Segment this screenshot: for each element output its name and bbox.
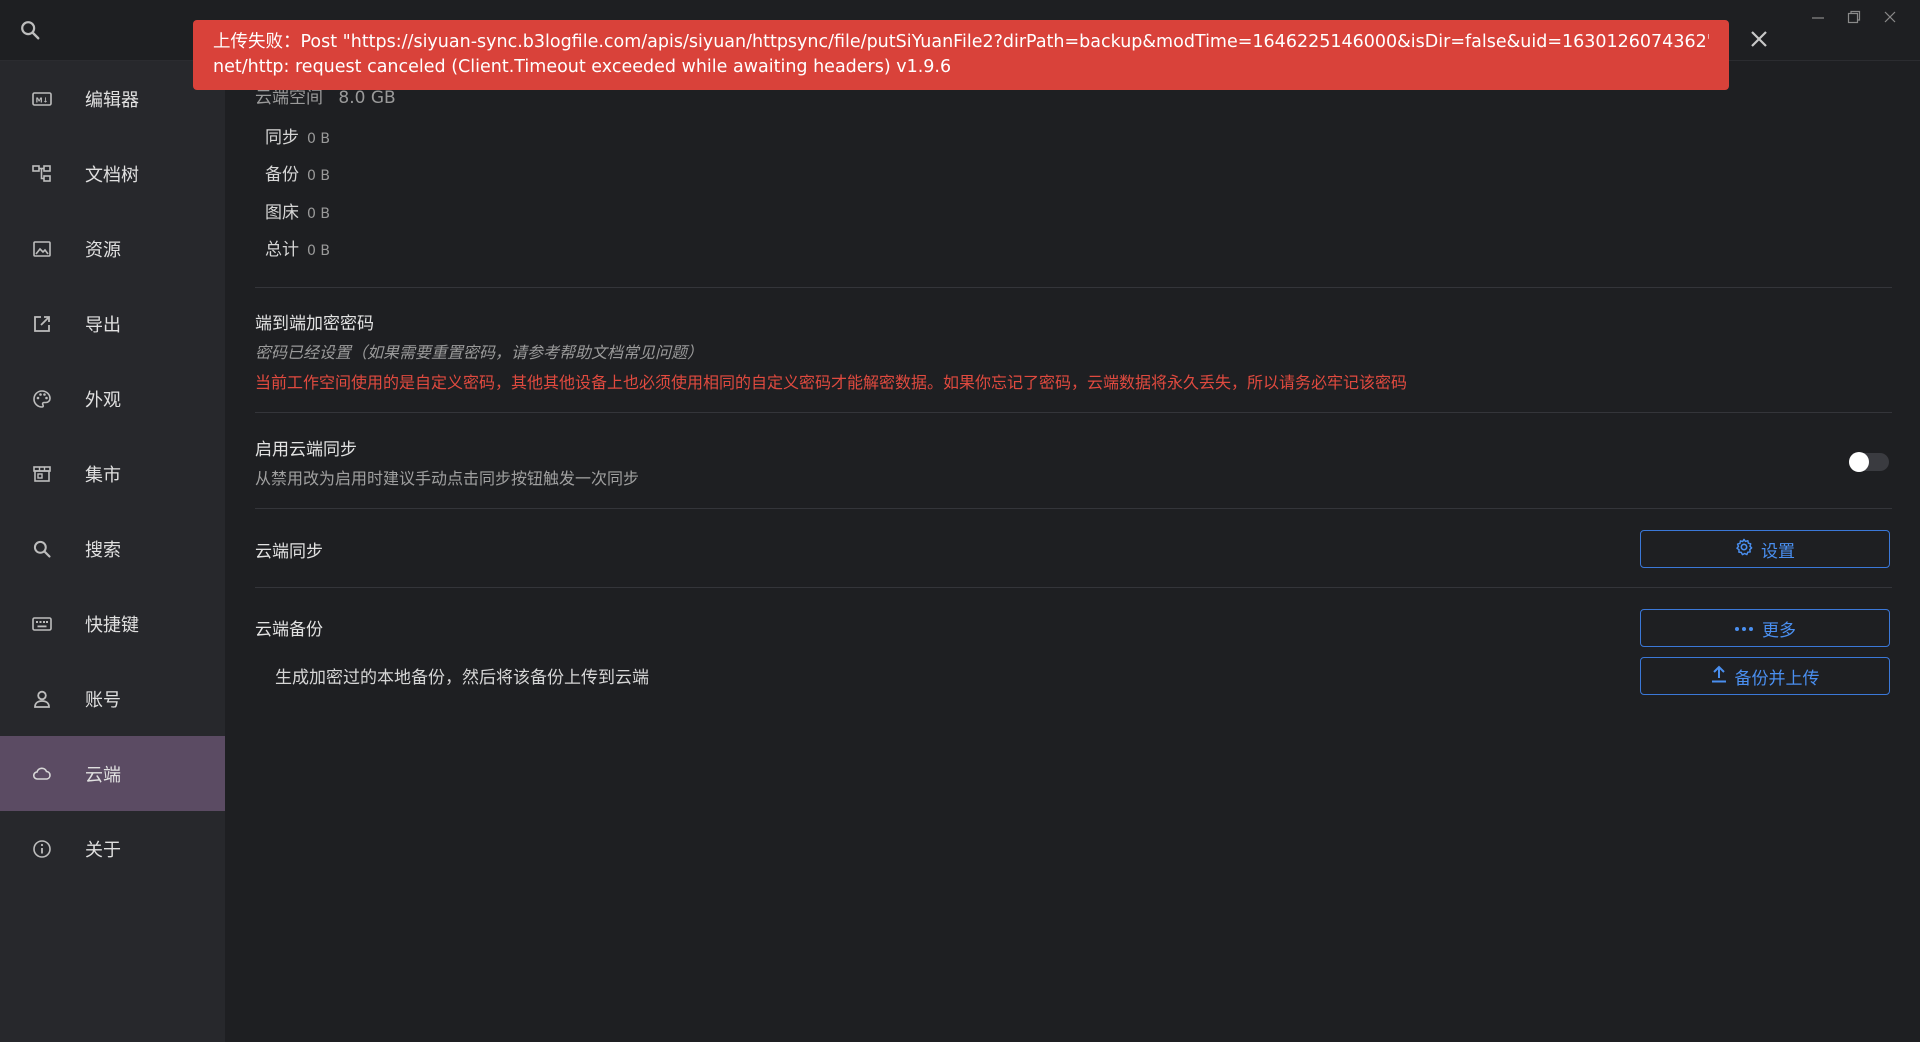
sidebar-item-editor[interactable]: M↓ 编辑器 — [0, 61, 225, 136]
sync-settings-button[interactable]: 设置 — [1640, 530, 1890, 568]
storage-item-value: 0 B — [307, 131, 330, 147]
more-icon — [1734, 618, 1754, 638]
storage-item: 备份 0 B — [265, 160, 330, 185]
sidebar-item-assets[interactable]: 资源 — [0, 211, 225, 286]
sidebar-item-label: 账号 — [85, 689, 121, 711]
storage-item-label: 总计 — [265, 240, 299, 260]
storage-item-value: 0 B — [307, 206, 330, 222]
sync-enable-desc: 从禁用改为启用时建议手动点击同步按钮触发一次同步 — [255, 469, 640, 488]
storage-item-label: 备份 — [265, 165, 299, 185]
export-icon — [31, 313, 53, 335]
search-icon — [31, 538, 53, 560]
window-controls — [1800, 4, 1908, 30]
store-icon — [31, 463, 53, 485]
cloud-space-label: 云端空间 — [255, 88, 323, 108]
cloud-settings-panel: 云端空间 8.0 GB 同步 0 B 备份 0 B 图床 0 B 总计 0 B 端到端加… — [225, 61, 1920, 1042]
divider — [255, 508, 1892, 509]
sidebar-item-cloud[interactable]: 云端 — [0, 736, 225, 811]
dialog-close-icon[interactable] — [1744, 24, 1774, 54]
error-toast-line1: 上传失败：Post "https://siyuan-sync.b3logfile… — [213, 32, 1709, 52]
cloud-icon — [31, 763, 53, 785]
info-icon — [31, 838, 53, 860]
sidebar-item-bazaar[interactable]: 集市 — [0, 436, 225, 511]
sidebar-item-label: 搜索 — [85, 539, 121, 561]
encryption-title: 端到端加密密码 — [255, 314, 374, 334]
cloud-backup-desc: 生成加密过的本地备份，然后将该备份上传到云端 — [275, 668, 649, 688]
sidebar-item-label: 文档树 — [85, 164, 139, 186]
backup-upload-label: 备份并上传 — [1734, 668, 1820, 689]
divider — [255, 412, 1892, 413]
gear-icon — [1735, 538, 1753, 561]
backup-upload-button[interactable]: 备份并上传 — [1640, 657, 1890, 695]
error-toast[interactable]: 上传失败：Post "https://siyuan-sync.b3logfile… — [193, 20, 1729, 90]
search-icon[interactable] — [16, 16, 44, 44]
cloud-space-value: 8.0 GB — [338, 88, 396, 108]
error-toast-line2: net/http: request canceled (Client.Timeo… — [213, 57, 952, 77]
minimize-icon[interactable] — [1800, 4, 1836, 30]
sidebar-item-search[interactable]: 搜索 — [0, 511, 225, 586]
sidebar-item-label: 快捷键 — [85, 614, 139, 636]
sidebar-item-label: 外观 — [85, 389, 121, 411]
storage-item: 总计 0 B — [265, 235, 330, 260]
sidebar-item-keymap[interactable]: 快捷键 — [0, 586, 225, 661]
sidebar-item-label: 编辑器 — [85, 89, 139, 111]
cloud-backup-title: 云端备份 — [255, 620, 323, 640]
divider — [255, 587, 1892, 588]
sync-enable-title: 启用云端同步 — [255, 440, 357, 460]
image-icon — [31, 238, 53, 260]
sync-enable-toggle[interactable] — [1849, 452, 1889, 472]
backup-more-label: 更多 — [1762, 620, 1796, 641]
keyboard-icon — [31, 613, 53, 635]
sidebar-item-account[interactable]: 账号 — [0, 661, 225, 736]
settings-sidebar: M↓ 编辑器 文档树 资源 导出 外观 集市 搜索 快捷键 账号 云端 关于 — [0, 61, 225, 1042]
divider — [255, 287, 1892, 288]
close-icon[interactable] — [1872, 4, 1908, 30]
restore-icon[interactable] — [1836, 4, 1872, 30]
sidebar-item-label: 集市 — [85, 464, 121, 486]
sidebar-item-filetree[interactable]: 文档树 — [0, 136, 225, 211]
storage-item-value: 0 B — [307, 243, 330, 259]
sync-settings-label: 设置 — [1761, 541, 1795, 562]
palette-icon — [31, 388, 53, 410]
sidebar-item-label: 关于 — [85, 839, 121, 861]
encryption-warning: 当前工作空间使用的是自定义密码，其他其他设备上也必须使用相同的自定义密码才能解密… — [255, 373, 1408, 392]
encryption-note: 密码已经设置（如果需要重置密码，请参考帮助文档常见问题） — [255, 343, 704, 362]
backup-more-button[interactable]: 更多 — [1640, 609, 1890, 647]
storage-item-label: 图床 — [265, 203, 299, 223]
storage-item: 图床 0 B — [265, 198, 330, 223]
tree-icon — [31, 163, 53, 185]
markdown-icon: M↓ — [31, 88, 53, 110]
storage-item: 同步 0 B — [265, 123, 330, 148]
cloud-sync-title: 云端同步 — [255, 542, 323, 562]
svg-text:M↓: M↓ — [36, 96, 49, 104]
upload-icon — [1711, 665, 1727, 688]
storage-item-value: 0 B — [307, 168, 330, 184]
sidebar-item-label: 云端 — [85, 764, 121, 786]
sidebar-item-appearance[interactable]: 外观 — [0, 361, 225, 436]
sidebar-item-export[interactable]: 导出 — [0, 286, 225, 361]
sidebar-item-about[interactable]: 关于 — [0, 811, 225, 886]
sidebar-item-label: 资源 — [85, 239, 121, 261]
sidebar-item-label: 导出 — [85, 314, 121, 336]
user-icon — [31, 688, 53, 710]
storage-item-label: 同步 — [265, 128, 299, 148]
toggle-knob — [1849, 452, 1869, 472]
